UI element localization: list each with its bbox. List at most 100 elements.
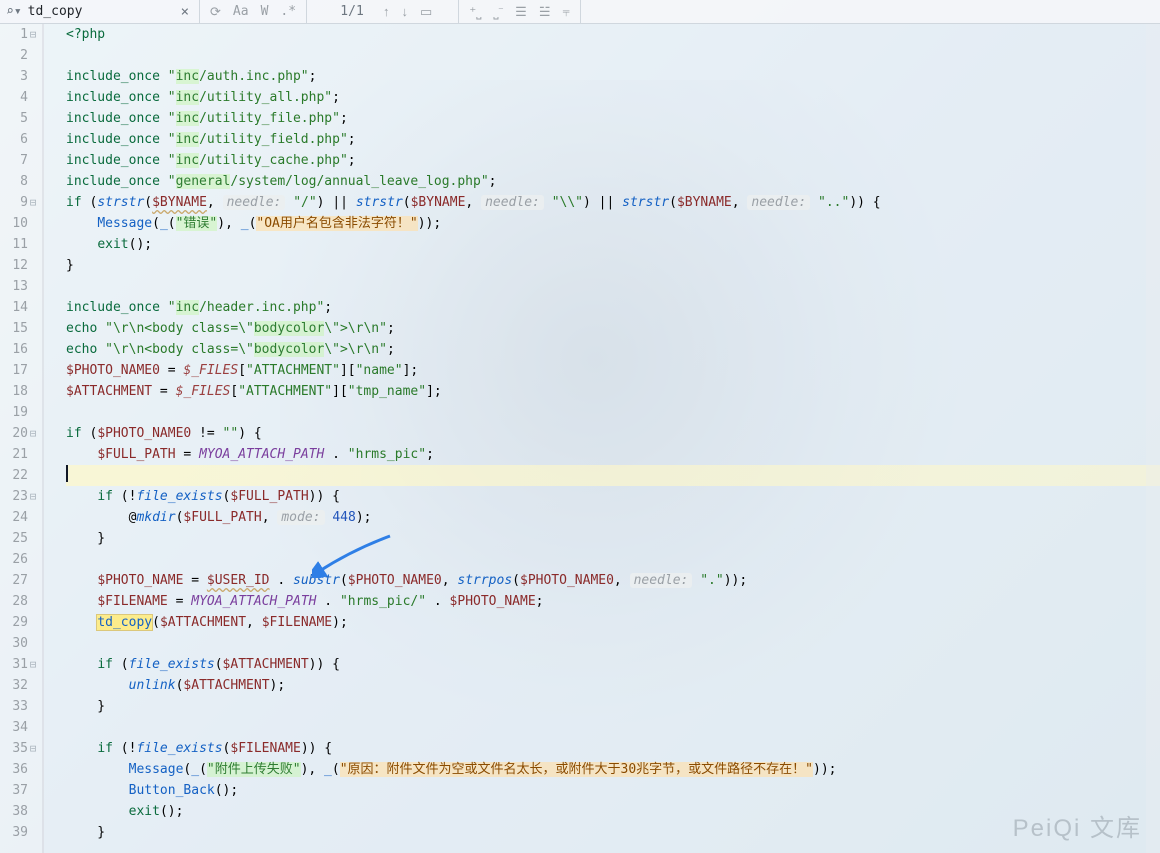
line-number: 16	[12, 339, 28, 360]
line-number: 21	[12, 444, 28, 465]
code-line: include_once "inc/auth.inc.php";	[66, 66, 1160, 87]
line-number: 22	[12, 465, 28, 486]
add-selection-icon[interactable]: ⁺⎵	[463, 4, 487, 20]
filter-icon[interactable]: ⫧	[556, 4, 575, 20]
find-toolbar: ⌕▾ td_copy × ⟳ Aa W .* 1/1 ↑ ↓ ▭ ⁺⎵ ⎵⁻ ☰…	[0, 0, 1160, 24]
match-counter: 1/1	[327, 4, 377, 19]
prev-match-badge[interactable]: ⟳	[204, 4, 227, 20]
code-line	[66, 549, 1160, 570]
code-line	[66, 633, 1160, 654]
match-case-toggle[interactable]: Aa	[227, 4, 255, 19]
advanced-tools: ⁺⎵ ⎵⁻ ☰ ☱ ⫧	[459, 0, 580, 24]
line-number: 14	[12, 297, 28, 318]
line-number: 2	[20, 45, 28, 66]
code-line: include_once "inc/header.inc.php";	[66, 297, 1160, 318]
line-number: 34	[12, 717, 28, 738]
line-number: 29	[12, 612, 28, 633]
regex-toggle[interactable]: .*	[274, 4, 302, 19]
code-line: echo "\r\n<body class=\"bodycolor\">\r\n…	[66, 318, 1160, 339]
code-line: include_once "inc/utility_field.php";	[66, 129, 1160, 150]
line-number: 19	[12, 402, 28, 423]
code-line: include_once "inc/utility_all.php";	[66, 87, 1160, 108]
code-line: unlink($ATTACHMENT);	[66, 675, 1160, 696]
line-number: 37	[12, 780, 28, 801]
select-all-button[interactable]: ▭	[414, 4, 438, 20]
search-box[interactable]: ⌕▾ td_copy ×	[0, 0, 200, 24]
code-line: if (file_exists($ATTACHMENT)) {	[66, 654, 1160, 675]
line-number: 35	[12, 738, 28, 759]
code-line: $PHOTO_NAME0 = $_FILES["ATTACHMENT"]["na…	[66, 360, 1160, 381]
code-line: Message(_("附件上传失败"), _("原因：附件文件为空或文件名太长，…	[66, 759, 1160, 780]
caret-icon	[66, 465, 68, 482]
code-editor[interactable]: 1⊟ 2 3 4 5 6 7 8 9⊟ 10 11 12 13 14 15 16…	[0, 24, 1160, 853]
fold-icon[interactable]: ⊟	[28, 738, 38, 759]
line-number: 36	[12, 759, 28, 780]
search-input[interactable]: td_copy	[28, 4, 177, 19]
code-line	[66, 276, 1160, 297]
match-options: ⟳ Aa W .*	[200, 0, 307, 24]
scrollbar[interactable]	[1146, 24, 1160, 853]
code-line: exit();	[66, 801, 1160, 822]
code-line: }	[66, 528, 1160, 549]
select-list-icon[interactable]: ☰	[509, 4, 533, 20]
fold-icon[interactable]: ⊟	[28, 192, 38, 213]
line-number: 27	[12, 570, 28, 591]
code-line: $FILENAME = MYOA_ATTACH_PATH . "hrms_pic…	[66, 591, 1160, 612]
code-area[interactable]: <?php include_once "inc/auth.inc.php"; i…	[44, 24, 1160, 853]
line-number: 28	[12, 591, 28, 612]
next-match-button[interactable]: ↓	[396, 4, 415, 19]
line-number: 12	[12, 255, 28, 276]
line-number: 9	[20, 192, 28, 213]
code-line: $FULL_PATH = MYOA_ATTACH_PATH . "hrms_pi…	[66, 444, 1160, 465]
code-line: if (!file_exists($FULL_PATH)) {	[66, 486, 1160, 507]
fold-icon[interactable]: ⊟	[28, 486, 38, 507]
code-line: exit();	[66, 234, 1160, 255]
line-number: 1	[20, 24, 28, 45]
line-number: 17	[12, 360, 28, 381]
line-number: 7	[20, 150, 28, 171]
search-icon: ⌕▾	[6, 4, 22, 19]
code-line	[66, 45, 1160, 66]
line-number: 11	[12, 234, 28, 255]
line-number: 5	[20, 108, 28, 129]
code-line	[66, 717, 1160, 738]
close-icon[interactable]: ×	[177, 4, 193, 20]
code-line: $ATTACHMENT = $_FILES["ATTACHMENT"]["tmp…	[66, 381, 1160, 402]
line-number: 25	[12, 528, 28, 549]
match-nav: 1/1 ↑ ↓ ▭	[307, 0, 459, 24]
align-icon[interactable]: ☱	[533, 4, 557, 20]
fold-icon[interactable]: ⊟	[28, 423, 38, 444]
code-line: if (strstr($BYNAME, needle: "/") || strs…	[66, 192, 1160, 213]
prev-match-button[interactable]: ↑	[377, 4, 396, 19]
php-open-tag: <?php	[66, 27, 105, 42]
code-line: include_once "general/system/log/annual_…	[66, 171, 1160, 192]
line-number: 38	[12, 801, 28, 822]
line-number: 30	[12, 633, 28, 654]
line-number: 33	[12, 696, 28, 717]
code-line: <?php	[66, 24, 1160, 45]
line-number: 4	[20, 87, 28, 108]
line-number: 18	[12, 381, 28, 402]
code-line: }	[66, 255, 1160, 276]
line-number: 13	[12, 276, 28, 297]
line-number: 31	[12, 654, 28, 675]
fold-icon[interactable]: ⊟	[28, 654, 38, 675]
line-number: 23	[12, 486, 28, 507]
code-line: Button_Back();	[66, 780, 1160, 801]
code-line: }	[66, 822, 1160, 843]
code-line: include_once "inc/utility_cache.php";	[66, 150, 1160, 171]
line-number: 24	[12, 507, 28, 528]
code-line	[66, 402, 1160, 423]
line-number: 20	[12, 423, 28, 444]
fold-icon[interactable]: ⊟	[28, 24, 38, 45]
code-line: if ($PHOTO_NAME0 != "") {	[66, 423, 1160, 444]
search-match: td_copy	[97, 615, 152, 630]
remove-selection-icon[interactable]: ⎵⁻	[487, 4, 509, 20]
watermark: PeiQi 文库	[1013, 808, 1142, 843]
whole-word-toggle[interactable]: W	[255, 4, 275, 19]
line-number: 26	[12, 549, 28, 570]
code-line: Message(_("错误"), _("OA用户名包含非法字符！"));	[66, 213, 1160, 234]
code-line: include_once "inc/utility_file.php";	[66, 108, 1160, 129]
code-line: td_copy($ATTACHMENT, $FILENAME);	[66, 612, 1160, 633]
code-line: if (!file_exists($FILENAME)) {	[66, 738, 1160, 759]
